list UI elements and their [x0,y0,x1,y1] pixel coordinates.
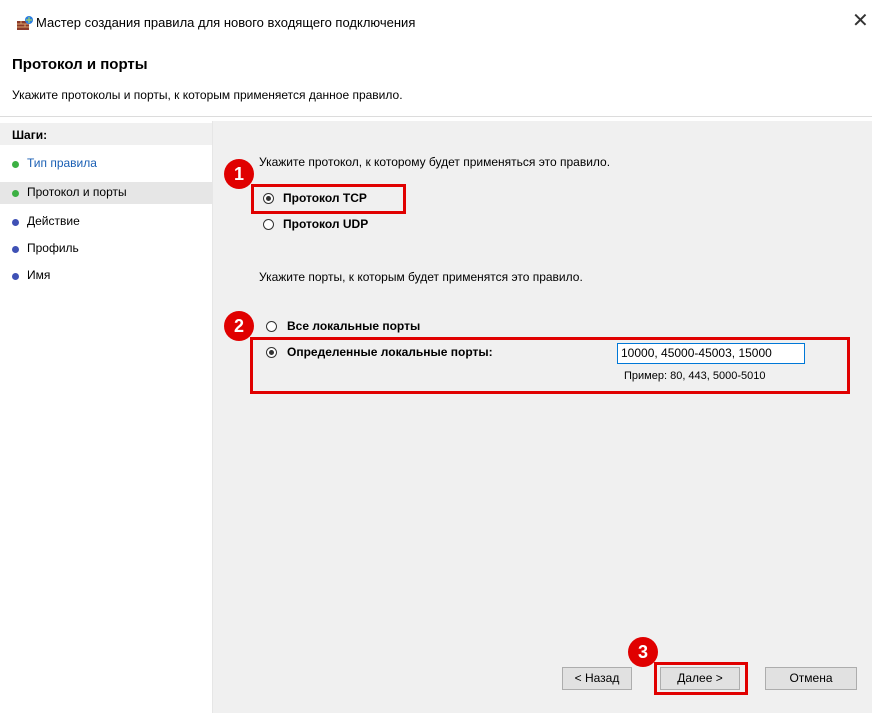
udp-radio-label[interactable]: Протокол UDP [283,217,368,231]
ports-prompt: Укажите порты, к которым будет применятс… [259,270,583,284]
step-status-dot [12,190,19,197]
step-label: Профиль [27,241,79,255]
step-status-dot [12,161,19,168]
cancel-button[interactable]: Отмена [765,667,857,690]
tcp-radio-label[interactable]: Протокол TCP [283,191,367,205]
step-label: Протокол и порты [27,185,127,199]
back-button[interactable]: < Назад [562,667,632,690]
step-status-dot [12,246,19,253]
step-profile: Профиль [0,238,212,260]
all-ports-label[interactable]: Все локальные порты [287,319,420,333]
step-action: Действие [0,211,212,233]
close-icon[interactable]: ✕ [852,11,869,31]
highlight-box-3 [654,662,748,695]
steps-heading: Шаги: [12,128,48,142]
step-label: Имя [27,268,51,282]
firewall-app-icon [17,16,33,30]
steps-sidebar [0,121,212,713]
tcp-radio[interactable] [263,193,274,204]
specific-ports-label[interactable]: Определенные локальные порты: [287,345,493,359]
step-rule-type[interactable]: Тип правила [0,153,212,175]
ports-example: Пример: 80, 443, 5000-5010 [624,370,766,382]
step-status-dot [12,273,19,280]
specific-ports-radio[interactable] [266,347,277,358]
all-ports-radio[interactable] [266,321,277,332]
header-divider [0,116,872,117]
annotation-badge-3: 3 [628,637,658,667]
udp-radio[interactable] [263,219,274,230]
page-subtitle: Укажите протоколы и порты, к которым при… [12,88,403,102]
annotation-badge-1: 1 [224,159,254,189]
step-status-dot [12,219,19,226]
page-title: Протокол и порты [12,56,148,73]
ports-input[interactable]: 10000, 45000-45003, 15000 [617,343,805,364]
step-protocol-ports[interactable]: Протокол и порты [0,182,212,204]
step-name: Имя [0,265,212,287]
window-title: Мастер создания правила для нового входя… [36,15,416,30]
step-label: Тип правила [27,156,97,170]
step-label: Действие [27,214,80,228]
protocol-prompt: Укажите протокол, к которому будет приме… [259,155,611,169]
